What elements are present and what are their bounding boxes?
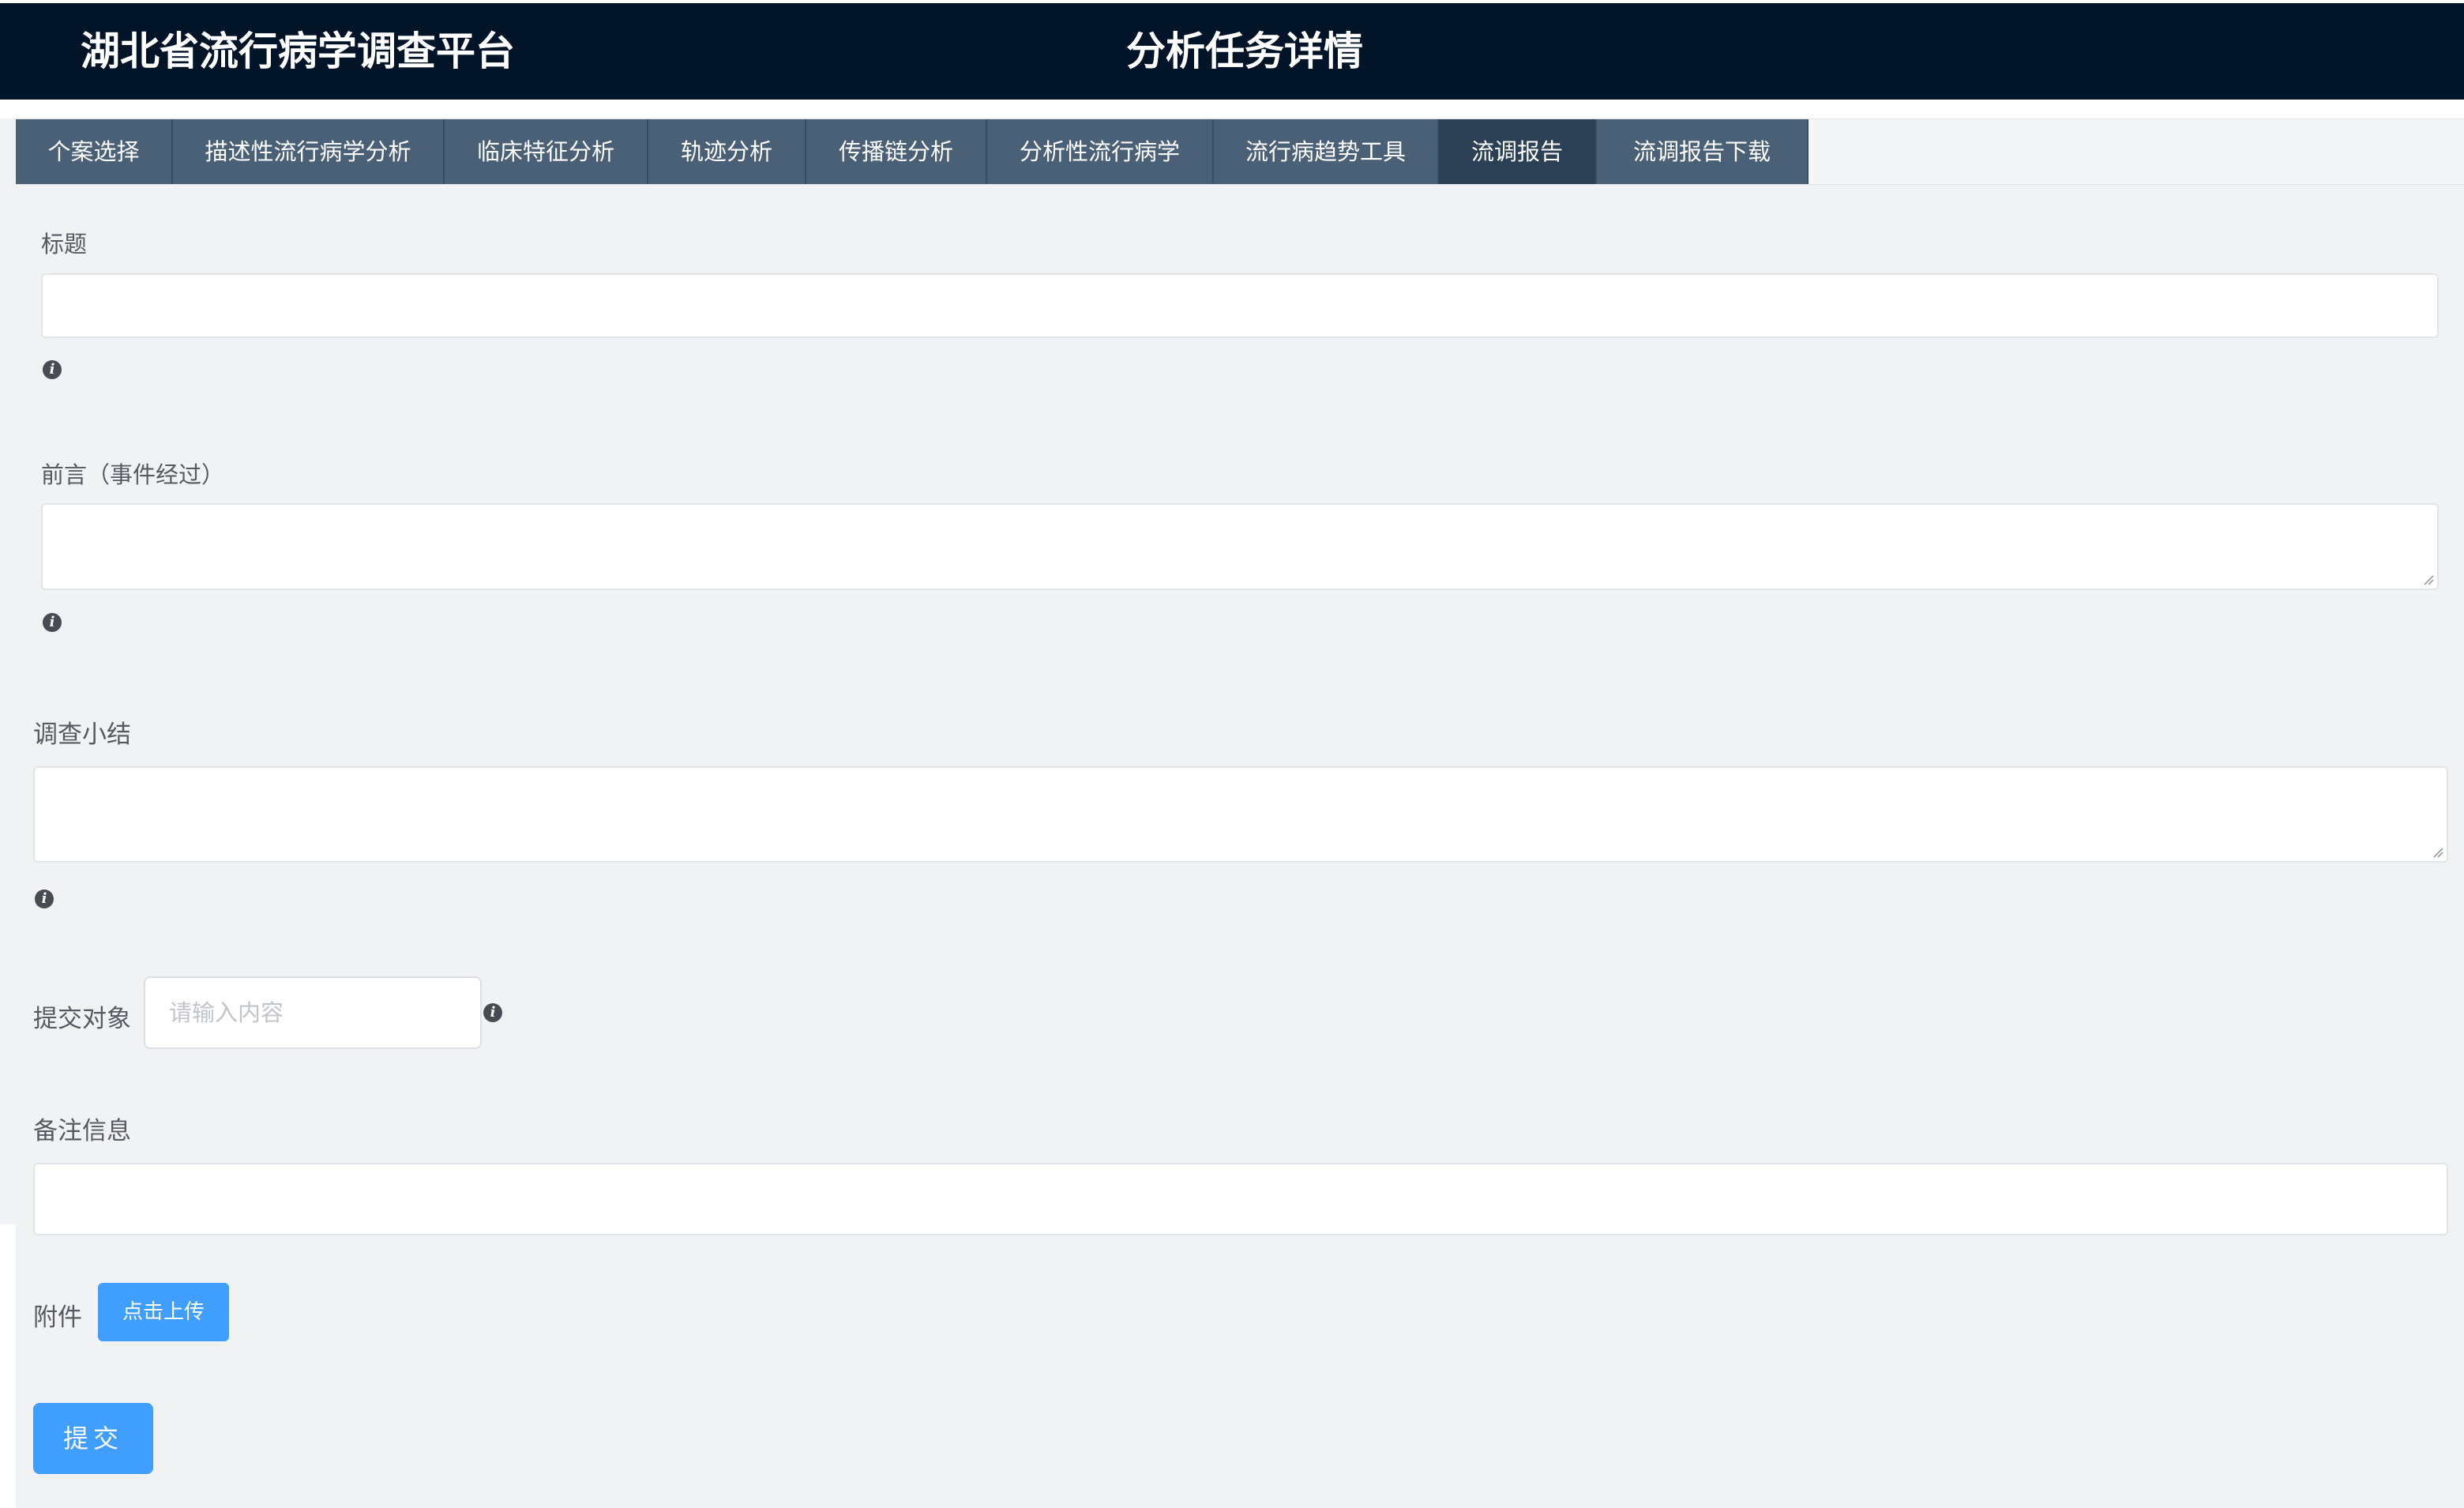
preface-label: 前言（事件经过） (41, 461, 225, 488)
header-divider (0, 100, 2464, 118)
target-info-icon[interactable]: i (483, 1003, 502, 1022)
summary-info-icon[interactable]: i (35, 889, 54, 908)
title-label: 标题 (41, 231, 88, 258)
remark-label: 备注信息 (33, 1117, 131, 1145)
page-title: 分析任务详情 (1126, 28, 1363, 74)
title-input[interactable] (41, 273, 2439, 338)
tab-trajectory[interactable]: 轨迹分析 (648, 119, 806, 184)
resize-handle-icon[interactable] (2423, 574, 2434, 585)
remark-input[interactable] (33, 1163, 2448, 1235)
left-edge (0, 118, 16, 1224)
tab-trend-tools[interactable]: 流行病趋势工具 (1214, 119, 1439, 184)
tab-report-download[interactable]: 流调报告下载 (1597, 119, 1809, 184)
summary-textarea[interactable] (33, 766, 2448, 863)
top-header: 湖北省流行病学调查平台 分析任务详情 (0, 3, 2464, 100)
preface-info-icon[interactable]: i (43, 613, 62, 632)
tab-descriptive-epidemiology[interactable]: 描述性流行病学分析 (173, 119, 445, 184)
tab-transmission-chain[interactable]: 传播链分析 (806, 119, 987, 184)
tab-report[interactable]: 流调报告 (1439, 119, 1597, 184)
attachment-label: 附件 (33, 1303, 82, 1332)
tab-clinical-features[interactable]: 临床特征分析 (445, 119, 648, 184)
preface-textarea[interactable] (41, 503, 2439, 590)
app-title: 湖北省流行病学调查平台 (81, 28, 515, 74)
submit-button[interactable]: 提交 (33, 1403, 153, 1474)
summary-label: 调查小结 (33, 720, 131, 749)
tab-analytical-epidemiology[interactable]: 分析性流行病学 (987, 119, 1214, 184)
target-input[interactable]: 请输入内容 (144, 976, 482, 1049)
resize-handle-icon[interactable] (2432, 847, 2443, 858)
tab-bar: 个案选择 描述性流行病学分析 临床特征分析 轨迹分析 传播链分析 分析性流行病学… (16, 118, 2464, 185)
title-info-icon[interactable]: i (43, 360, 62, 379)
tab-case-selection[interactable]: 个案选择 (16, 119, 173, 184)
upload-button[interactable]: 点击上传 (98, 1283, 229, 1341)
target-label: 提交对象 (33, 1005, 131, 1033)
